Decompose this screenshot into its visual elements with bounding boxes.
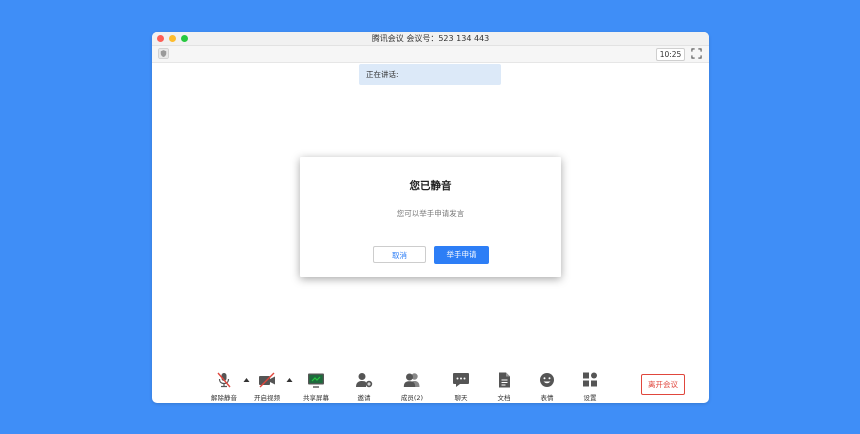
dialog-message: 您可以举手申请发言 xyxy=(396,209,465,218)
window-title: 腾讯会议 会议号：523 134 443 xyxy=(371,34,490,43)
video-options-caret-icon[interactable] xyxy=(286,377,293,383)
share-screen-icon xyxy=(308,373,324,388)
chat-icon xyxy=(453,373,469,387)
unmute-button[interactable]: 解除静音 xyxy=(204,368,244,403)
start-video-button[interactable]: 开启视频 xyxy=(247,368,287,403)
members-icon xyxy=(403,373,420,387)
toolbar-label: 成员(2) xyxy=(400,394,424,402)
documents-button[interactable]: 文档 xyxy=(484,368,524,403)
cancel-button[interactable]: 取消 xyxy=(373,246,426,263)
dialog-title: 您已静音 xyxy=(409,180,452,192)
meeting-toolbar: 解除静音 开启视频 共享屏幕 邀请 成员(2) 聊天 文档 表情 设置 xyxy=(152,368,709,403)
settings-button[interactable]: 设置 xyxy=(570,368,610,403)
toolbar-label: 开启视频 xyxy=(254,394,280,402)
share-screen-button[interactable]: 共享屏幕 xyxy=(296,368,336,403)
meeting-window: 腾讯会议 会议号：523 134 443 10:25 正在讲话: 您已静音 您可… xyxy=(152,32,709,403)
invite-button[interactable]: 邀请 xyxy=(344,368,384,403)
toolbar-label: 邀请 xyxy=(357,394,371,402)
document-icon xyxy=(499,372,510,388)
speaking-indicator: 正在讲话: xyxy=(359,64,501,85)
title-bar: 腾讯会议 会议号：523 134 443 xyxy=(152,32,709,46)
invite-user-icon xyxy=(356,373,373,388)
top-info-bar: 10:25 xyxy=(152,46,709,63)
raise-hand-button[interactable]: 举手申请 xyxy=(434,246,489,264)
video-off-icon xyxy=(259,372,275,388)
shield-icon[interactable] xyxy=(158,48,169,59)
emoji-icon xyxy=(540,373,554,387)
fullscreen-icon[interactable] xyxy=(691,48,702,59)
chat-button[interactable]: 聊天 xyxy=(441,368,481,403)
toolbar-label: 共享屏幕 xyxy=(303,394,329,402)
settings-icon xyxy=(583,372,597,387)
muted-dialog: 您已静音 您可以举手申请发言 取消 举手申请 xyxy=(300,157,561,277)
leave-meeting-button[interactable]: 离开会议 xyxy=(641,374,685,395)
reactions-button[interactable]: 表情 xyxy=(527,368,567,403)
members-button[interactable]: 成员(2) xyxy=(392,368,432,403)
meeting-duration: 10:25 xyxy=(656,48,685,61)
microphone-muted-icon xyxy=(217,372,231,388)
toolbar-label: 设置 xyxy=(583,394,597,402)
